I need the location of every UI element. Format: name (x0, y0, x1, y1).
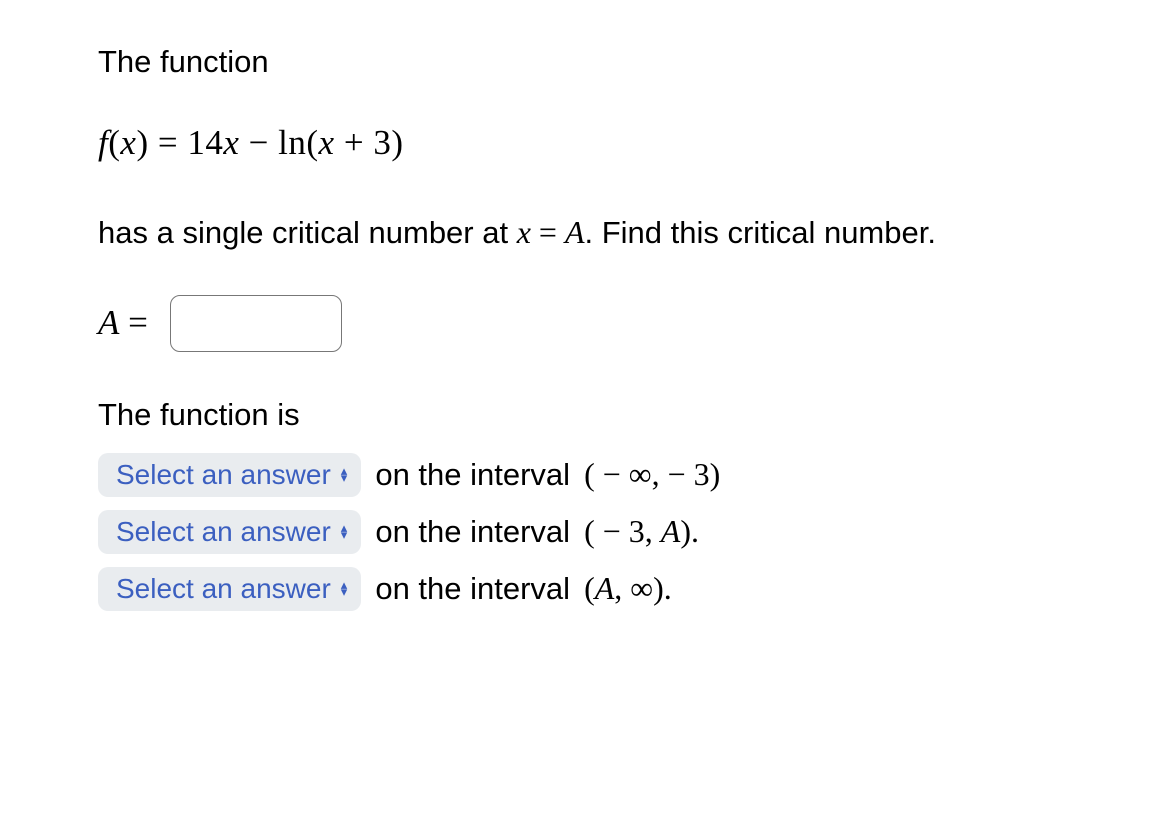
answer-A: A (98, 303, 119, 342)
select-interval-1[interactable]: Select an answer ▴▾ (98, 453, 361, 497)
section-heading: The function is (98, 397, 1120, 433)
select-label-1: Select an answer (116, 459, 331, 491)
interval-row-2: Select an answer ▴▾ on the interval ( − … (98, 510, 1120, 554)
select-arrows-icon: ▴▾ (341, 582, 348, 595)
prompt-eq: = (531, 214, 565, 250)
answer-row: A = (98, 295, 1120, 352)
interval-2-A: A (661, 513, 681, 549)
interval-prefix-2: on the interval (375, 514, 570, 550)
select-interval-3[interactable]: Select an answer ▴▾ (98, 567, 361, 611)
equation-x-inner: x (319, 123, 335, 162)
select-arrows-icon: ▴▾ (341, 525, 348, 538)
equation-const: 3 (373, 123, 391, 162)
answer-eq: = (119, 303, 148, 342)
equation-equals: = (149, 123, 188, 162)
function-equation: f(x) = 14x − ln(x + 3) (98, 123, 1120, 163)
equation-x-lhs: x (120, 123, 136, 162)
interval-math-2: ( − 3, A). (584, 513, 699, 550)
select-arrows-icon: ▴▾ (341, 468, 348, 481)
interval-2-close: ). (680, 513, 699, 549)
prompt-A: A (565, 214, 585, 250)
prompt-part2: . Find this critical number. (585, 215, 936, 250)
equation-plus: + (335, 123, 374, 162)
equation-paren-open: ( (108, 123, 120, 162)
answer-label: A = (98, 303, 148, 343)
equation-f: f (98, 123, 108, 162)
equation-coeff: 14 (187, 123, 223, 162)
prompt-part1: has a single critical number at (98, 215, 517, 250)
interval-math-3: (A, ∞). (584, 570, 672, 607)
intro-text: The function (98, 40, 1120, 83)
equation-x-term1: x (223, 123, 239, 162)
interval-math-1: ( − ∞, − 3) (584, 456, 720, 493)
interval-3-close: , ∞). (614, 570, 671, 606)
interval-prefix-3: on the interval (375, 571, 570, 607)
critical-number-input[interactable] (170, 295, 342, 352)
prompt-text: has a single critical number at x = A. F… (98, 208, 1120, 257)
prompt-x: x (517, 214, 531, 250)
equation-minus: − (239, 123, 278, 162)
equation-ln: ln (278, 123, 306, 162)
interval-3-A: A (595, 570, 615, 606)
select-interval-2[interactable]: Select an answer ▴▾ (98, 510, 361, 554)
select-label-3: Select an answer (116, 573, 331, 605)
equation-paren-close: ) (136, 123, 148, 162)
select-label-2: Select an answer (116, 516, 331, 548)
interval-prefix-1: on the interval (375, 457, 570, 493)
interval-2-open: ( − 3, (584, 513, 661, 549)
interval-row-3: Select an answer ▴▾ on the interval (A, … (98, 567, 1120, 611)
equation-ln-paren-open: ( (306, 123, 318, 162)
interval-3-open: ( (584, 570, 595, 606)
interval-row-1: Select an answer ▴▾ on the interval ( − … (98, 453, 1120, 497)
equation-ln-paren-close: ) (391, 123, 403, 162)
